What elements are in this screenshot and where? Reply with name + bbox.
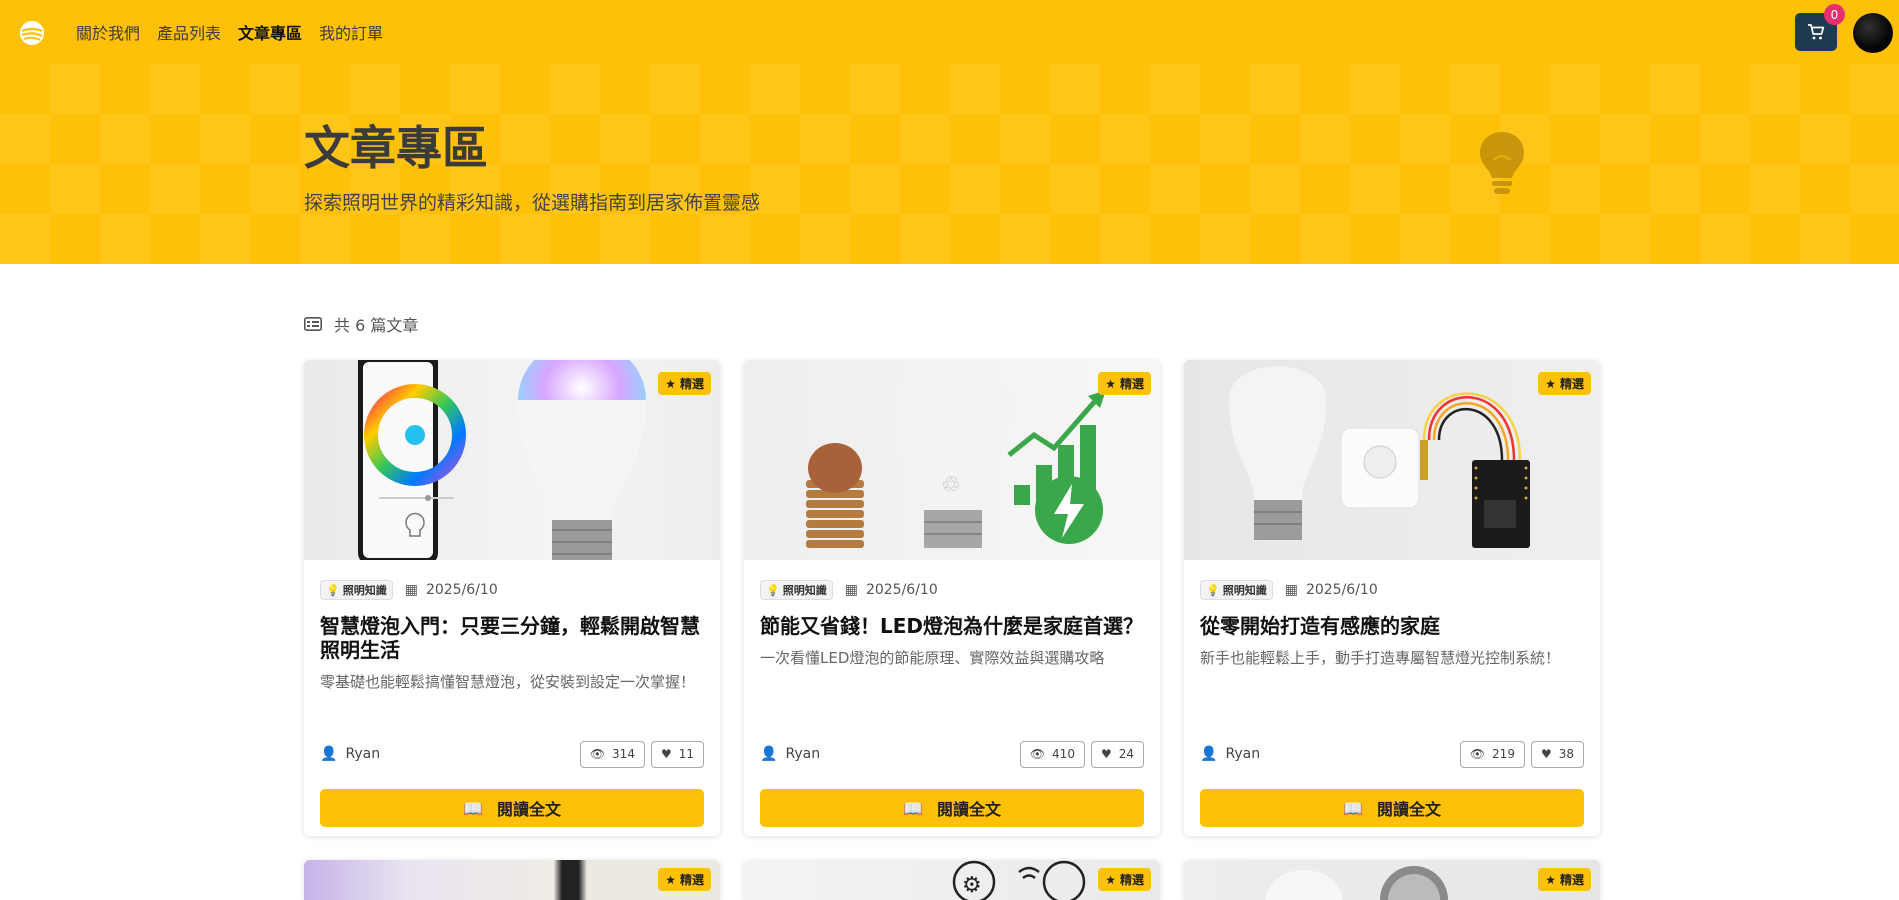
user-icon: 👤 — [760, 746, 778, 762]
list-icon — [304, 317, 322, 331]
article-image[interactable]: ★ 精選 — [1184, 360, 1600, 560]
cart-count-badge: 0 — [1824, 4, 1845, 25]
article-author: 👤 Ryan — [1200, 746, 1261, 762]
user-avatar[interactable] — [1853, 13, 1893, 53]
star-icon: ★ — [1545, 872, 1556, 887]
lightbulb-icon: 💡 — [766, 583, 780, 597]
article-author: 👤 Ryan — [760, 746, 821, 762]
nav-link-orders[interactable]: 我的訂單 — [319, 20, 383, 44]
eye-icon: 👁 — [589, 747, 606, 761]
featured-badge: ★ 精選 — [658, 372, 711, 395]
read-more-button[interactable]: 📖 閱讀全文 — [1200, 789, 1584, 827]
star-icon: ★ — [1105, 376, 1116, 391]
calendar-icon: ▦ — [844, 582, 858, 598]
heart-icon: ♥ — [660, 747, 672, 761]
star-icon: ★ — [665, 376, 676, 391]
view-count: 👁 314 — [579, 740, 645, 768]
user-icon: 👤 — [320, 746, 338, 762]
nav-link-products[interactable]: 產品列表 — [157, 20, 221, 44]
article-date: 2025/6/10 — [425, 582, 498, 598]
article-author: 👤 Ryan — [320, 746, 381, 762]
nav-links: 關於我們 產品列表 文章專區 我的訂單 — [76, 0, 383, 64]
cart-icon — [1808, 24, 1825, 40]
heart-icon: ♥ — [1540, 747, 1552, 761]
article-card: ★ 精選 💡 照明知識 ▦ 2025/6/10 智慧燈泡入門：只要三分鐘，輕鬆開… — [304, 360, 720, 836]
featured-badge: ★ 精選 — [1538, 372, 1591, 395]
calendar-icon: ▦ — [404, 582, 418, 598]
like-button[interactable]: ♥ 11 — [650, 740, 704, 768]
article-card-partial[interactable]: ⚙ ★ 精選 — [744, 860, 1160, 900]
star-icon: ★ — [1545, 376, 1556, 391]
user-icon: 👤 — [1200, 746, 1218, 762]
svg-text:♲: ♲ — [941, 473, 961, 498]
eye-icon: 👁 — [1029, 747, 1046, 761]
star-icon: ★ — [665, 872, 676, 887]
book-icon: 📖 — [903, 798, 923, 818]
featured-badge: ★ 精選 — [1538, 868, 1591, 891]
eye-icon: 👁 — [1469, 747, 1486, 761]
article-title[interactable]: 節能又省錢！LED燈泡為什麼是家庭首選？ — [760, 614, 1144, 638]
lightbulb-icon: 💡 — [1206, 583, 1220, 597]
page-subtitle: 探索照明世界的精彩知識，從選購指南到居家佈置靈感 — [304, 192, 761, 214]
nav-link-about[interactable]: 關於我們 — [76, 20, 140, 44]
lightbulb-icon — [1480, 132, 1524, 194]
article-card-partial[interactable]: ★ 精選 — [304, 860, 720, 900]
view-count: 👁 219 — [1459, 740, 1525, 768]
article-excerpt: 新手也能輕鬆上手，動手打造專屬智慧燈光控制系統！ — [1200, 649, 1561, 667]
read-more-button[interactable]: 📖 閱讀全文 — [760, 789, 1144, 827]
star-icon: ★ — [1105, 872, 1116, 887]
view-count: 👁 410 — [1019, 740, 1085, 768]
article-card: ★ 精選 💡 照明知識 ▦ 2025/6/10 從零開始打造有感應的家庭 新手也… — [1184, 360, 1600, 836]
category-badge[interactable]: 💡 照明知識 — [760, 580, 833, 600]
svg-text:⚙: ⚙ — [962, 873, 982, 898]
article-image[interactable]: ★ 精選 — [304, 360, 720, 560]
calendar-icon: ▦ — [1284, 582, 1298, 598]
featured-badge: ★ 精選 — [658, 868, 711, 891]
like-button[interactable]: ♥ 24 — [1090, 740, 1144, 768]
book-icon: 📖 — [1343, 798, 1363, 818]
featured-badge: ★ 精選 — [1098, 372, 1151, 395]
hero-banner: 文章專區 探索照明世界的精彩知識，從選購指南到居家佈置靈感 — [0, 64, 1899, 264]
article-date: 2025/6/10 — [865, 582, 938, 598]
article-title[interactable]: 智慧燈泡入門：只要三分鐘，輕鬆開啟智慧照明生活 — [320, 614, 704, 662]
heart-icon: ♥ — [1100, 747, 1112, 761]
article-image[interactable]: ♲ ★ 精選 — [744, 360, 1160, 560]
article-title[interactable]: 從零開始打造有感應的家庭 — [1200, 614, 1584, 638]
category-badge[interactable]: 💡 照明知識 — [1200, 580, 1273, 600]
article-excerpt: 零基礎也能輕鬆搞懂智慧燈泡，從安裝到設定一次掌握！ — [320, 673, 696, 691]
navbar: 關於我們 產品列表 文章專區 我的訂單 0 — [0, 0, 1899, 64]
article-excerpt: 一次看懂LED燈泡的節能原理、實際效益與選購攻略 — [760, 649, 1105, 667]
nav-link-articles[interactable]: 文章專區 — [238, 20, 302, 44]
book-icon: 📖 — [463, 798, 483, 818]
article-card: ♲ ★ 精選 💡 照明知識 ▦ 2025/6/10 節能又省錢！LED燈泡為什麼… — [744, 360, 1160, 836]
lightbulb-icon: 💡 — [326, 583, 340, 597]
article-date: 2025/6/10 — [1305, 582, 1378, 598]
like-button[interactable]: ♥ 38 — [1530, 740, 1584, 768]
logo-icon[interactable] — [18, 19, 46, 47]
article-count: 共 6 篇文章 — [304, 312, 418, 336]
read-more-button[interactable]: 📖 閱讀全文 — [320, 789, 704, 827]
article-card-partial[interactable]: ★ 精選 — [1184, 860, 1600, 900]
category-badge[interactable]: 💡 照明知識 — [320, 580, 393, 600]
featured-badge: ★ 精選 — [1098, 868, 1151, 891]
article-count-label: 共 6 篇文章 — [334, 316, 419, 335]
page-title: 文章專區 — [304, 121, 488, 175]
